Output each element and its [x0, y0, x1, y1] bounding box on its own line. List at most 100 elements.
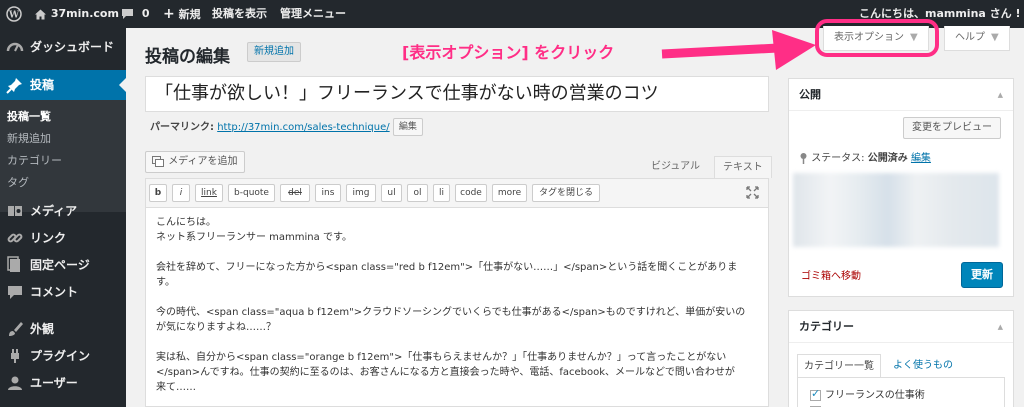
site-name-link[interactable]: 37min.com — [34, 0, 119, 28]
sidebar-item-pages[interactable]: 固定ページ — [0, 250, 126, 280]
link-icon — [7, 233, 23, 243]
qt-more-button[interactable]: more — [492, 184, 527, 202]
sidebar-item-label: メディア — [30, 204, 78, 218]
plugin-icon — [11, 349, 19, 363]
permalink-edit-button[interactable]: 編集 — [392, 118, 423, 136]
categories-box-header[interactable]: カテゴリー ▲ — [789, 311, 1013, 343]
move-to-trash-link[interactable]: ゴミ箱へ移動 — [801, 267, 861, 282]
svg-text:W: W — [8, 11, 20, 21]
admin-sidebar: ダッシュボード 投稿 投稿一覧 新規追加 カテゴリー タグ メディア リンク 固… — [0, 28, 126, 407]
fullscreen-icon[interactable] — [746, 186, 759, 199]
collapse-icon[interactable]: ▲ — [998, 311, 1003, 343]
add-new-button[interactable]: 新規追加 — [247, 42, 301, 62]
category-label: フリーランスの仕事術 — [825, 390, 925, 401]
qt-ins-button[interactable]: ins — [315, 184, 341, 202]
help-label: ヘルプ — [955, 32, 985, 43]
categories-title: カテゴリー — [799, 320, 854, 333]
dashboard-icon — [6, 42, 24, 52]
page-title: 投稿の編集 — [145, 47, 230, 67]
submenu-add-new[interactable]: 新規追加 — [7, 130, 51, 146]
sidebar-item-plugins[interactable]: プラグイン — [0, 341, 126, 371]
submenu-categories[interactable]: カテゴリー — [7, 152, 62, 168]
publish-box: 公開 ▲ 変更をプレビュー ステータス: 公開済み 編集 ゴミ箱へ移動 更新 — [788, 78, 1014, 297]
qt-code-button[interactable]: code — [455, 184, 487, 202]
categories-box: カテゴリー ▲ カテゴリー一覧 よく使うもの フリーランスの仕事術 — [788, 310, 1014, 407]
comment-bubble-icon — [122, 9, 133, 19]
quicktags-toolbar: b i link b-quote del ins img ul ol li co… — [146, 179, 768, 208]
user-icon — [8, 376, 22, 390]
sidebar-item-comments[interactable]: コメント — [0, 277, 126, 307]
editor-line: ネット系フリーランサー mammina です。 — [156, 232, 352, 243]
tab-popular-categories[interactable]: よく使うもの — [893, 354, 953, 378]
update-button[interactable]: 更新 — [961, 262, 1003, 288]
tab-text[interactable]: テキスト — [714, 156, 772, 178]
sidebar-item-label: ダッシュボード — [30, 40, 115, 54]
annotation-arrow-icon — [661, 30, 816, 70]
page-icon — [7, 256, 20, 272]
editor-line: </span>んですね。仕事の契約に至るのは、お客さんになる方と直接会った時や、… — [156, 367, 735, 378]
brush-icon — [9, 322, 23, 336]
wordpress-logo-icon[interactable]: W — [6, 0, 22, 28]
permalink-url[interactable]: http://37min.com/sales-technique/ — [217, 122, 389, 133]
comment-icon — [8, 286, 22, 299]
qt-italic-button[interactable]: i — [172, 184, 190, 202]
preview-changes-button[interactable]: 変更をプレビュー — [903, 117, 1001, 139]
qt-img-button[interactable]: img — [346, 184, 376, 202]
qt-del-button[interactable]: del — [280, 184, 310, 202]
media-icon — [8, 206, 22, 216]
permalink-label: パーマリンク: — [150, 122, 214, 133]
publish-box-header[interactable]: 公開 ▲ — [789, 79, 1013, 111]
admin-menu-link[interactable]: 管理メニュー — [280, 0, 346, 28]
editor-line: が気になりますよね……？ — [156, 322, 276, 333]
sidebar-item-label: 投稿 — [30, 78, 55, 92]
add-media-button[interactable]: メディアを追加 — [145, 151, 245, 173]
media-add-icon — [152, 155, 164, 167]
site-name: 37min.com — [50, 7, 119, 20]
status-row: ステータス: 公開済み 編集 — [799, 149, 931, 164]
editor-line: 今の時代、<span class="aqua b f12em">クラウドソーシン… — [156, 307, 746, 318]
post-editor: b i link b-quote del ins img ul ol li co… — [145, 178, 769, 407]
sidebar-item-label: プラグイン — [30, 349, 91, 363]
help-button[interactable]: ヘルプ ▼ — [944, 26, 1010, 51]
qt-ol-button[interactable]: ol — [407, 184, 428, 202]
qt-close-tags-button[interactable]: タグを閉じる — [532, 184, 600, 202]
tab-visual[interactable]: ビジュアル — [643, 156, 708, 178]
home-icon — [35, 9, 46, 19]
post-title-input[interactable]: 「仕事が欲しい！」フリーランスで仕事がない時の営業のコツ — [145, 76, 769, 112]
tab-all-categories[interactable]: カテゴリー一覧 — [797, 354, 881, 378]
qt-link-button[interactable]: link — [195, 184, 223, 202]
sidebar-item-label: ユーザー — [30, 376, 78, 390]
sidebar-item-users[interactable]: ユーザー — [0, 368, 126, 398]
submenu-all-posts[interactable]: 投稿一覧 — [7, 108, 51, 124]
editor-line: 実は私、自分から<span class="orange b f12em">「仕事… — [156, 352, 727, 363]
editor-line: こんにちは。 — [156, 217, 216, 228]
status-edit-link[interactable]: 編集 — [911, 153, 931, 164]
blurred-publish-details — [793, 173, 999, 247]
sidebar-item-dashboard[interactable]: ダッシュボード — [0, 32, 126, 62]
category-item[interactable]: フリーランスの仕事術 — [810, 386, 925, 401]
view-post-link[interactable]: 投稿を表示 — [212, 0, 267, 28]
pin-icon — [800, 153, 807, 164]
qt-quote-button[interactable]: b-quote — [228, 184, 275, 202]
category-checklist: フリーランスの仕事術 — [797, 377, 1005, 407]
new-label: 新規 — [178, 8, 201, 21]
editor-textarea[interactable]: こんにちは。 ネット系フリーランサー mammina です。 会社を辞めて、フリ… — [156, 215, 762, 395]
category-checkbox[interactable] — [810, 387, 821, 401]
qt-ul-button[interactable]: ul — [381, 184, 402, 202]
status-label: ステータス: — [811, 153, 865, 164]
collapse-icon[interactable]: ▲ — [998, 79, 1003, 111]
publish-title: 公開 — [799, 88, 821, 101]
sidebar-item-links[interactable]: リンク — [0, 223, 126, 253]
sidebar-item-label: 外観 — [30, 322, 55, 336]
qt-bold-button[interactable]: b — [149, 184, 167, 202]
sidebar-item-appearance[interactable]: 外観 — [0, 314, 126, 344]
annotation-highlight — [815, 19, 939, 57]
submenu-tags[interactable]: タグ — [7, 174, 29, 190]
sidebar-item-posts[interactable]: 投稿 — [0, 70, 126, 100]
qt-li-button[interactable]: li — [433, 184, 450, 202]
sidebar-item-media[interactable]: メディア — [0, 196, 126, 226]
comments-link[interactable]: 0 — [121, 0, 150, 28]
new-content-link[interactable]: + 新規 — [163, 0, 201, 28]
